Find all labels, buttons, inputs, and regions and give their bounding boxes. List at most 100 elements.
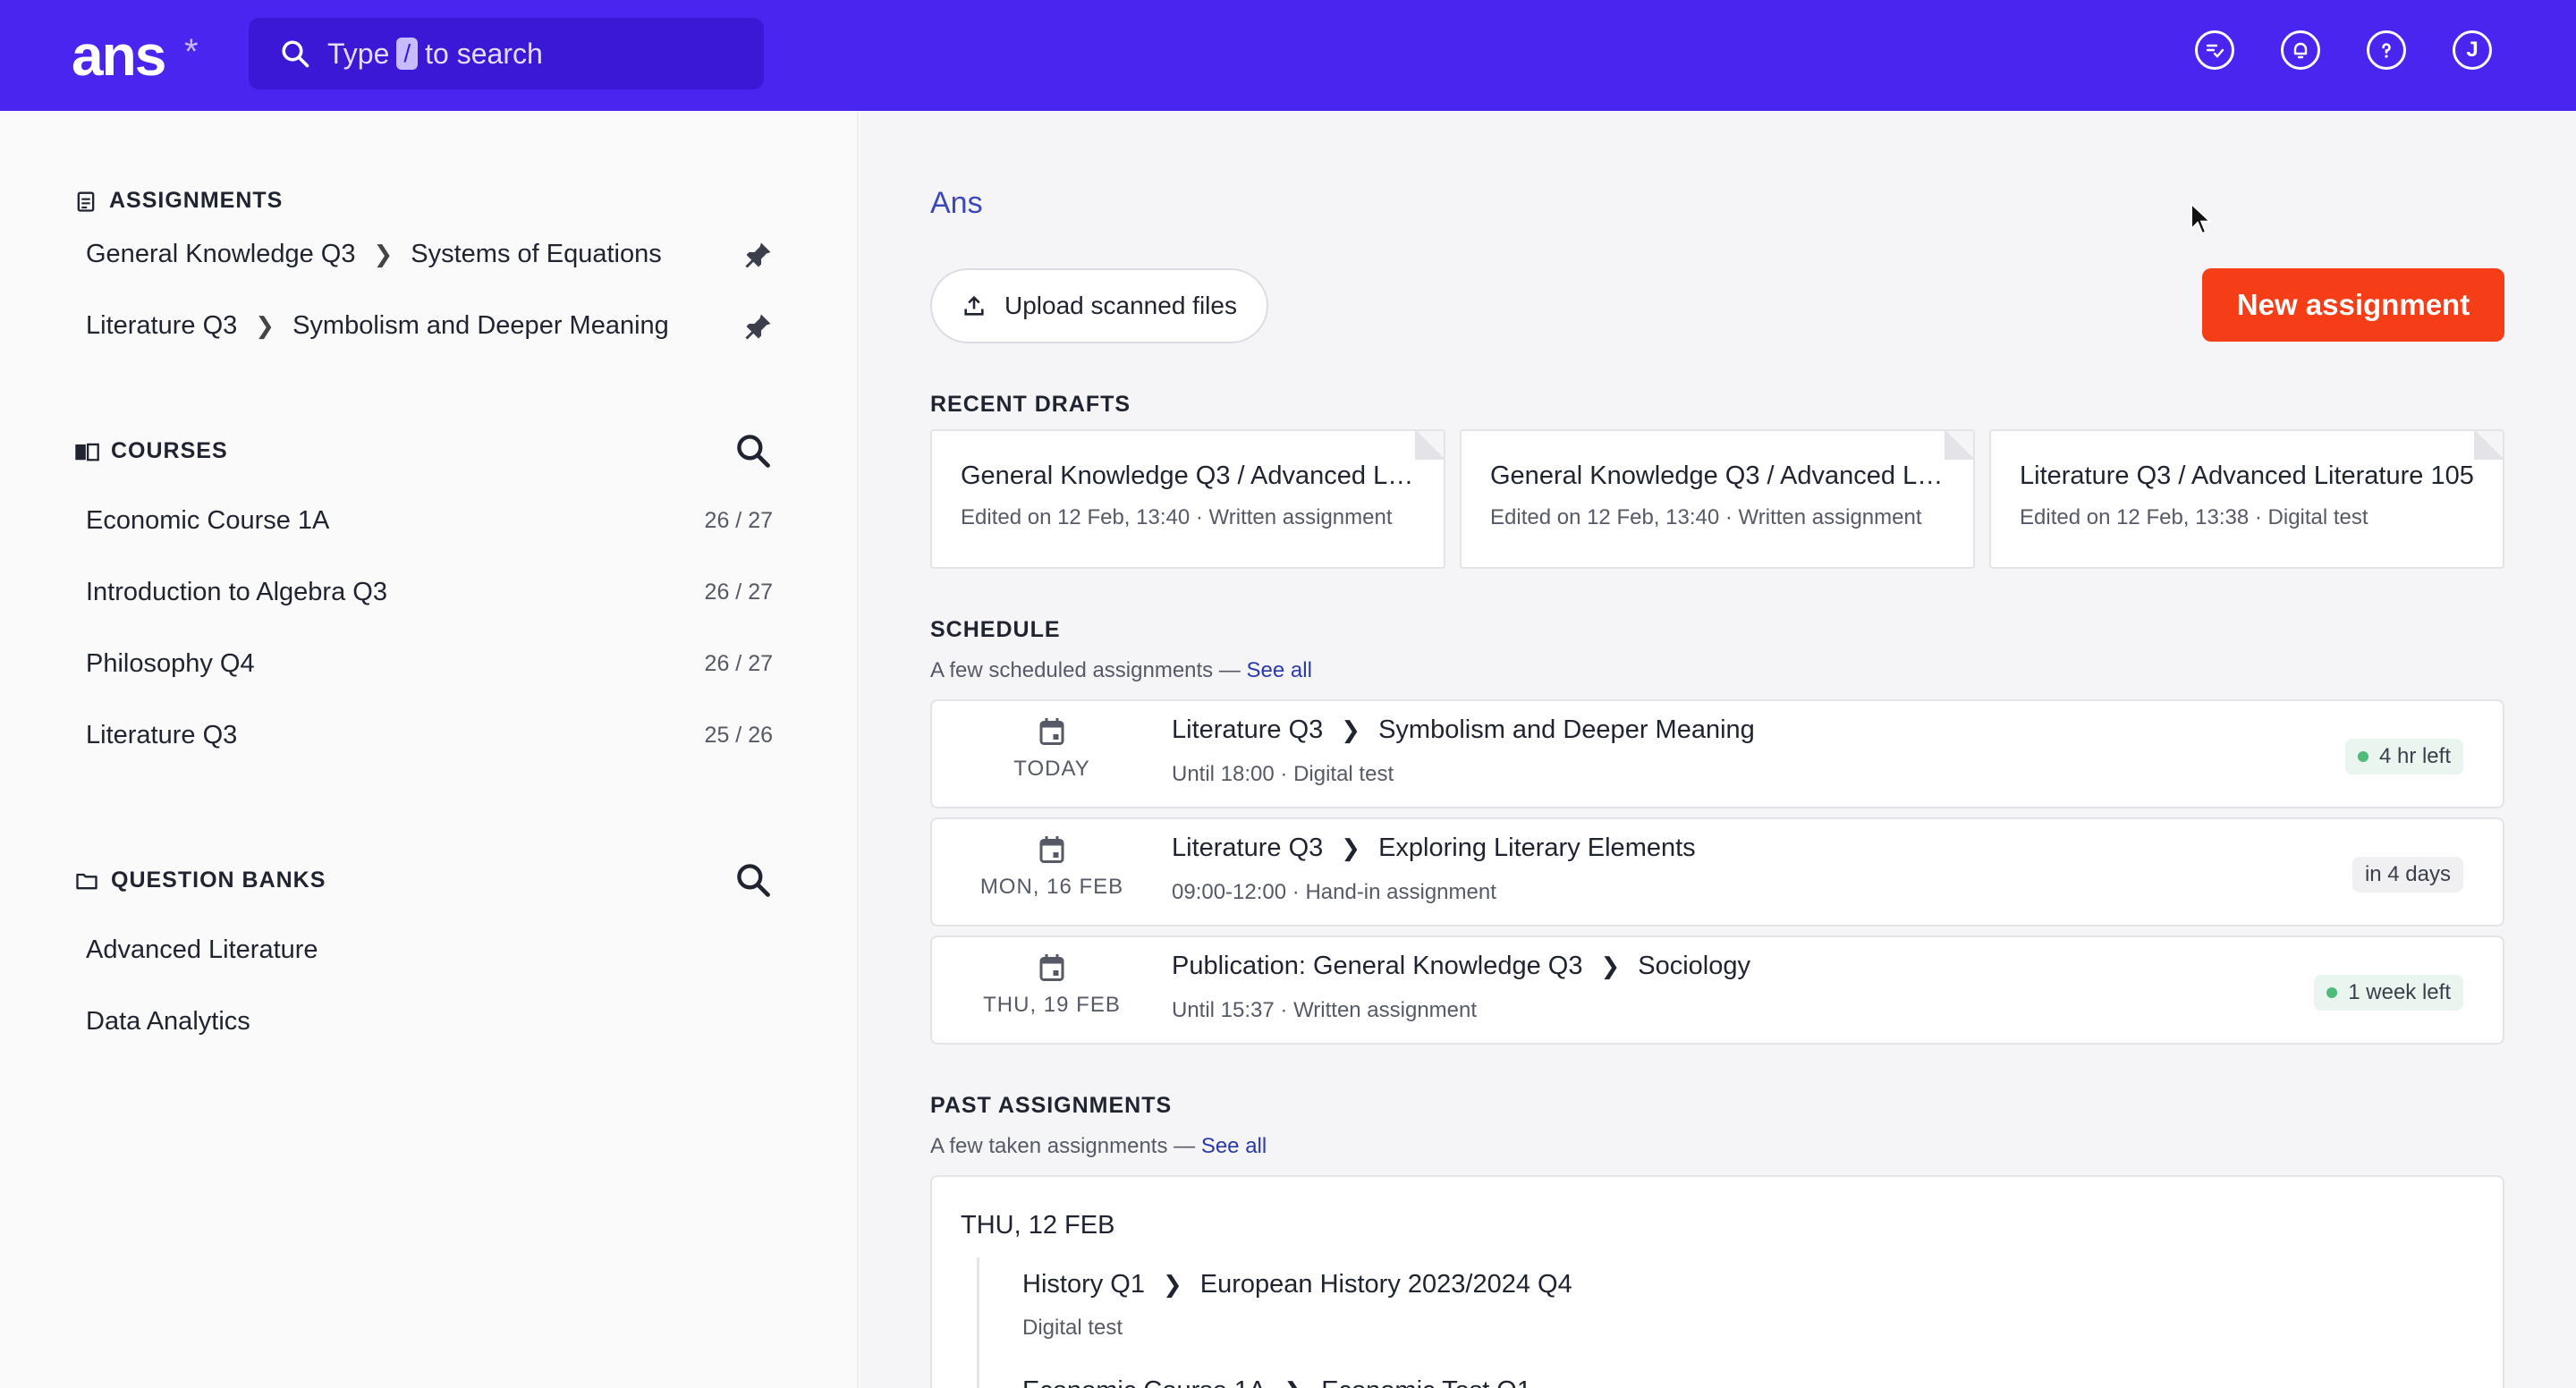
schedule-course: Literature Q3 (1172, 834, 1324, 862)
course-name: Philosophy Q4 (86, 649, 255, 678)
bell-icon[interactable] (2281, 30, 2320, 70)
past-course: Economic Course 1A (1022, 1376, 1266, 1388)
past-meta: Digital test (1022, 1316, 1123, 1340)
status-badge: 1 week left (2314, 975, 2463, 1011)
schedule-row[interactable]: THU, 19 FEB Publication: General Knowled… (930, 935, 2504, 1045)
schedule-title: SCHEDULE (930, 617, 1061, 642)
past-assignments-title: PAST ASSIGNMENTS (930, 1093, 1173, 1118)
schedule-row[interactable]: TODAY Literature Q3 ❯ Symbolism and Deep… (930, 699, 2504, 808)
schedule-meta: Until 18:00 · Digital test (1172, 762, 1394, 786)
upload-icon (964, 295, 984, 316)
schedule-date-label: THU, 19 FEB (983, 993, 1121, 1017)
past-subtitle-text: A few taken assignments — (930, 1134, 1196, 1158)
recent-drafts-title: RECENT DRAFTS (930, 392, 1131, 417)
question-bank-search-icon[interactable] (733, 860, 773, 900)
question-bank-item[interactable]: Advanced Literature (86, 935, 775, 965)
draft-title: General Knowledge Q3 / Advanced Lit... (1490, 461, 1945, 490)
search-icon (282, 40, 309, 68)
status-badge: in 4 days (2351, 857, 2463, 893)
pinned-assignment-1[interactable]: General Knowledge Q3 ❯ Systems of Equati… (86, 240, 775, 269)
schedule-title-row: Literature Q3 ❯ Exploring Literary Eleme… (1172, 834, 1696, 863)
past-see-all-link[interactable]: See all (1201, 1134, 1267, 1158)
schedule-meta: Until 15:37 · Written assignment (1172, 998, 1478, 1022)
course-count: 25 / 26 (704, 723, 773, 748)
upload-label: Upload scanned files (1004, 292, 1237, 319)
schedule-course: Publication: General Knowledge Q3 (1172, 952, 1583, 980)
schedule-meta: 09:00-12:00 · Hand-in assignment (1172, 880, 1496, 904)
logo[interactable]: ans * (72, 20, 199, 91)
tasks-icon[interactable] (2195, 30, 2234, 70)
course-item[interactable]: Philosophy Q4 26 / 27 (86, 649, 775, 679)
assignments-title-label: ASSIGNMENTS (109, 188, 284, 213)
search-input[interactable]: Type / to search (249, 18, 764, 89)
schedule-title-row: Publication: General Knowledge Q3 ❯ Soci… (1172, 952, 1750, 981)
mouse-cursor-icon (2190, 202, 2213, 235)
course-item[interactable]: Economic Course 1A 26 / 27 (86, 506, 775, 536)
main-content: Ans Upload scanned files New assignment … (860, 111, 2576, 1388)
status-badge-label: 1 week left (2348, 980, 2451, 1004)
pinned-course: General Knowledge Q3 (86, 240, 356, 268)
schedule-item: Exploring Literary Elements (1378, 834, 1696, 862)
draft-card[interactable]: General Knowledge Q3 / Advanced Lit... E… (930, 429, 1445, 569)
draft-card[interactable]: General Knowledge Q3 / Advanced Lit... E… (1460, 429, 1975, 569)
search-shortcut-key: / (396, 38, 419, 70)
chevron-right-icon: ❯ (255, 312, 275, 339)
avatar-initial: J (2466, 38, 2479, 62)
schedule-row[interactable]: MON, 16 FEB Literature Q3 ❯ Exploring Li… (930, 817, 2504, 927)
chevron-right-icon: ❯ (1284, 1377, 1303, 1388)
sidebar: ASSIGNMENTS General Knowledge Q3 ❯ Syste… (0, 111, 859, 1388)
question-banks-title-label: QUESTION BANKS (111, 868, 326, 893)
new-assignment-button[interactable]: New assignment (2202, 268, 2504, 342)
past-item: Economic Test Q1 (1321, 1376, 1531, 1388)
schedule-date-label: TODAY (1013, 757, 1090, 781)
logo-asterisk: * (184, 32, 199, 72)
schedule-see-all-link[interactable]: See all (1247, 658, 1312, 682)
status-badge: 4 hr left (2344, 739, 2463, 774)
status-dot-icon (2357, 751, 2368, 762)
schedule-subtitle-text: A few scheduled assignments — (930, 658, 1241, 682)
chevron-right-icon: ❯ (1162, 1271, 1182, 1298)
chevron-right-icon: ❯ (1341, 834, 1361, 861)
courses-title-label: COURSES (111, 438, 228, 463)
status-dot-icon (2326, 987, 2338, 998)
book-icon (75, 443, 99, 461)
help-icon[interactable] (2367, 30, 2406, 70)
pin-icon[interactable] (742, 239, 775, 271)
assignments-section-title: ASSIGNMENTS (73, 188, 283, 214)
draft-meta: Edited on 12 Feb, 13:38 · Digital test (2020, 505, 2368, 529)
schedule-item: Symbolism and Deeper Meaning (1378, 715, 1755, 744)
draft-meta: Edited on 12 Feb, 13:40 · Written assign… (961, 505, 1393, 529)
courses-section-title: COURSES (73, 438, 228, 464)
chevron-right-icon: ❯ (373, 241, 394, 267)
past-assignment-item[interactable]: History Q1 ❯ European History 2023/2024 … (977, 1257, 1572, 1388)
course-item[interactable]: Introduction to Algebra Q3 26 / 27 (86, 578, 775, 607)
pinned-course: Literature Q3 (86, 311, 238, 340)
schedule-date: THU, 19 FEB (932, 952, 1172, 1018)
account-avatar[interactable]: J (2453, 30, 2492, 70)
pin-icon[interactable] (742, 310, 775, 343)
course-search-icon[interactable] (733, 431, 773, 470)
course-count: 26 / 27 (704, 580, 773, 605)
pinned-item: Symbolism and Deeper Meaning (292, 311, 669, 340)
status-badge-label: 4 hr left (2378, 744, 2451, 768)
draft-title: General Knowledge Q3 / Advanced Lit... (961, 461, 1415, 490)
search-prefix: Type (327, 37, 390, 70)
schedule-date-label: MON, 16 FEB (979, 875, 1124, 899)
question-bank-name: Data Analytics (86, 1007, 250, 1036)
chevron-right-icon: ❯ (1600, 952, 1621, 979)
draft-card[interactable]: Literature Q3 / Advanced Literature 105 … (1989, 429, 2504, 569)
search-suffix: to search (425, 37, 543, 70)
course-name: Literature Q3 (86, 721, 238, 749)
pinned-assignment-2[interactable]: Literature Q3 ❯ Symbolism and Deeper Mea… (86, 311, 775, 341)
past-title-row: History Q1 ❯ European History 2023/2024 … (1022, 1270, 1572, 1299)
course-item[interactable]: Literature Q3 25 / 26 (86, 721, 775, 750)
past-date: THU, 12 FEB (961, 1211, 1115, 1240)
schedule-item: Sociology (1638, 952, 1751, 980)
upload-scanned-files-button[interactable]: Upload scanned files (930, 268, 1268, 343)
breadcrumb[interactable]: Ans (930, 186, 983, 221)
past-title-row-next[interactable]: Economic Course 1A ❯ Economic Test Q1 (1022, 1376, 1572, 1388)
calendar-icon (1039, 836, 1064, 863)
course-name: Introduction to Algebra Q3 (86, 578, 387, 606)
status-badge-label: in 4 days (2364, 862, 2451, 886)
question-bank-item[interactable]: Data Analytics (86, 1007, 775, 1037)
